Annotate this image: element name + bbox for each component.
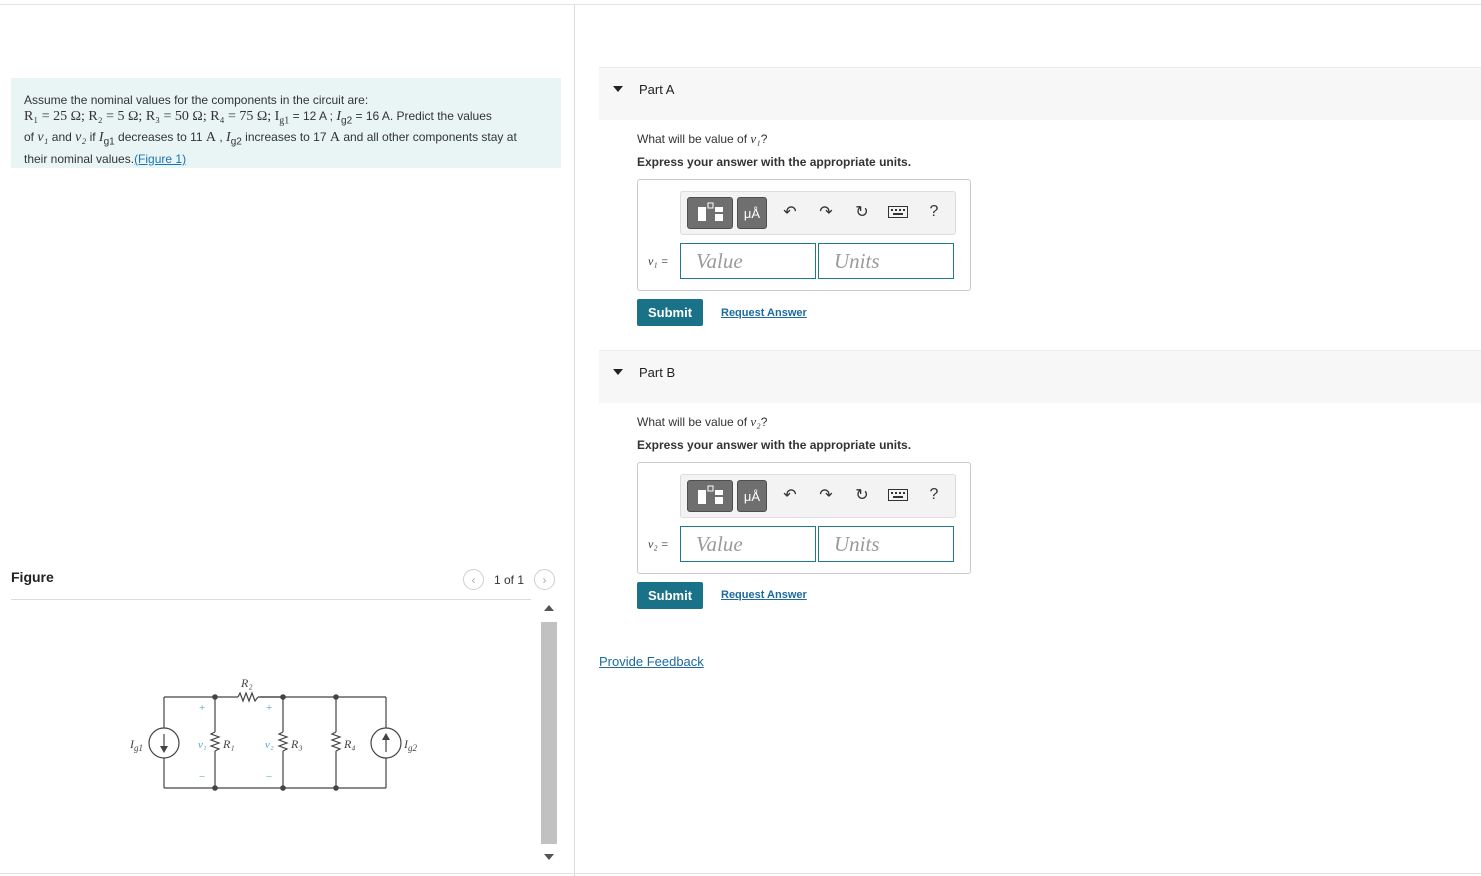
- redo-icon: ↷: [819, 487, 833, 504]
- templates-button[interactable]: [687, 480, 733, 512]
- top-border: [0, 4, 1481, 5]
- problem-statement: Assume the nominal values for the compon…: [11, 78, 561, 168]
- part-a-units-input[interactable]: [818, 243, 954, 279]
- units-icon: μÅ: [743, 488, 761, 504]
- label-ig2: Ig2: [403, 737, 418, 753]
- label-r1: R₁: [222, 737, 235, 751]
- collapse-triangle-icon[interactable]: [613, 86, 623, 92]
- reset-button[interactable]: ↻: [851, 201, 873, 223]
- reset-icon: ↻: [855, 487, 869, 504]
- part-b-title: Part B: [639, 365, 676, 380]
- undo-button[interactable]: ↶: [779, 201, 801, 223]
- reset-button[interactable]: ↻: [851, 484, 873, 506]
- label-r2: R₂: [240, 676, 253, 690]
- scroll-up-arrow-icon[interactable]: [544, 605, 554, 611]
- figure-scrollbar[interactable]: [540, 603, 558, 867]
- figure-rule: [11, 599, 531, 600]
- templates-icon: [698, 202, 723, 221]
- part-b-answer-row: v₂ =: [648, 526, 956, 562]
- next-figure-button[interactable]: ›: [534, 569, 556, 590]
- redo-icon: ↷: [819, 204, 833, 221]
- part-b-submit-button[interactable]: Submit: [637, 582, 703, 609]
- v2-plus: +: [266, 702, 272, 714]
- part-a-question: What will be value of v₁?: [637, 131, 768, 146]
- help-button[interactable]: ?: [923, 484, 945, 506]
- problem-line-1: Assume the nominal values for the compon…: [24, 93, 369, 107]
- chevron-right-icon: ›: [542, 572, 547, 587]
- part-a-submit-button[interactable]: Submit: [637, 299, 703, 326]
- v1-minus: −: [199, 771, 205, 783]
- part-b-toolbar: μÅ ↶ ↷ ↻ ?: [680, 474, 956, 518]
- part-a-answer-box: μÅ ↶ ↷ ↻ ? v₁ =: [637, 179, 971, 291]
- part-a-request-answer-link[interactable]: Request Answer: [721, 307, 807, 319]
- templates-button[interactable]: [687, 197, 733, 229]
- redo-button[interactable]: ↷: [815, 201, 837, 223]
- reset-icon: ↻: [855, 204, 869, 221]
- label-ig1: Ig1: [129, 737, 143, 753]
- undo-button[interactable]: ↶: [779, 484, 801, 506]
- figure-link[interactable]: (Figure 1): [134, 152, 186, 166]
- help-icon: ?: [929, 486, 939, 503]
- help-icon: ?: [929, 203, 939, 220]
- label-r4: R₄: [343, 737, 356, 751]
- part-a-answer-row: v₁ =: [648, 243, 956, 279]
- undo-icon: ↶: [783, 487, 797, 504]
- figure-label: Figure: [11, 569, 54, 585]
- prev-figure-button[interactable]: ‹: [463, 569, 484, 590]
- chevron-left-icon: ‹: [471, 572, 476, 587]
- v2-minus: −: [266, 771, 272, 783]
- scroll-down-arrow-icon[interactable]: [544, 854, 554, 860]
- units-button[interactable]: μÅ: [737, 197, 767, 229]
- part-a-value-input[interactable]: [680, 243, 816, 279]
- part-b-instruction: Express your answer with the appropriate…: [637, 438, 912, 452]
- part-b-request-answer-link[interactable]: Request Answer: [721, 589, 807, 601]
- scroll-thumb[interactable]: [541, 622, 557, 844]
- part-b-units-input[interactable]: [818, 526, 954, 562]
- label-v1: v₁: [198, 739, 207, 751]
- pane-divider: [574, 4, 575, 876]
- part-b-question: What will be value of v₂?: [637, 414, 768, 429]
- templates-icon: [698, 485, 723, 504]
- part-b-answer-box: μÅ ↶ ↷ ↻ ? v₂ =: [637, 462, 971, 574]
- keyboard-button[interactable]: [887, 484, 909, 506]
- pager-text: 1 of 1: [494, 572, 525, 587]
- part-a-title: Part A: [639, 82, 675, 97]
- part-b-answer-label: v₂ =: [648, 536, 669, 551]
- provide-feedback-link[interactable]: Provide Feedback: [599, 654, 704, 669]
- circuit-diagram: R₂ R₁ R₃ R₄ Ig1 Ig2 v₁ v₂ + + − −: [129, 676, 418, 791]
- redo-button[interactable]: ↷: [815, 484, 837, 506]
- units-button[interactable]: μÅ: [737, 480, 767, 512]
- figure-pager: ‹ 1 of 1 ›: [463, 569, 556, 590]
- part-b-value-input[interactable]: [680, 526, 816, 562]
- collapse-triangle-icon[interactable]: [613, 369, 623, 375]
- label-r3: R₃: [290, 737, 303, 751]
- keyboard-icon: [888, 206, 908, 218]
- problem-line-3: of v₁ and v₂ if Ig1 decreases to 11 A , …: [24, 130, 517, 148]
- label-v2: v₂: [265, 739, 274, 751]
- part-a-answer-label: v₁ =: [648, 253, 669, 268]
- part-b-header[interactable]: Part B: [599, 350, 1481, 403]
- problem-line-4: their nominal values.(Figure 1): [24, 151, 187, 166]
- units-icon: μÅ: [743, 205, 761, 221]
- part-a-toolbar: μÅ ↶ ↷ ↻ ?: [680, 191, 956, 235]
- keyboard-icon: [888, 489, 908, 501]
- undo-icon: ↶: [783, 204, 797, 221]
- v1-plus: +: [199, 702, 205, 714]
- part-a-instruction: Express your answer with the appropriate…: [637, 155, 912, 169]
- part-a-header[interactable]: Part A: [599, 67, 1481, 120]
- bottom-border: [0, 873, 1481, 874]
- keyboard-button[interactable]: [887, 201, 909, 223]
- problem-line-2: R₁ = 25 Ω; R₂ = 5 Ω; R₃ = 50 Ω; R₄ = 75 …: [24, 109, 492, 127]
- help-button[interactable]: ?: [923, 201, 945, 223]
